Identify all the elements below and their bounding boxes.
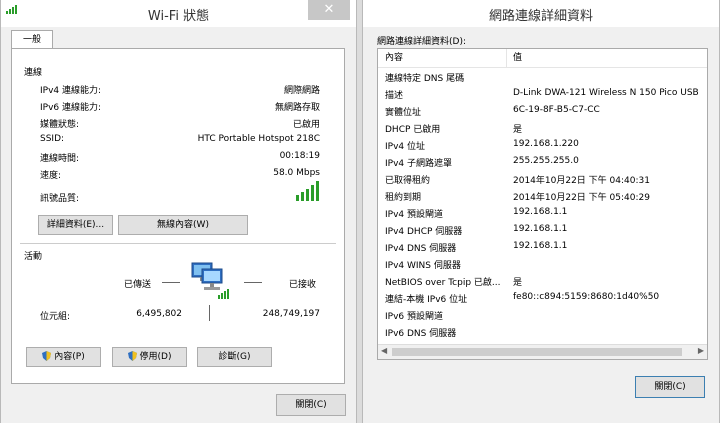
list-item[interactable]: 租約到期 2014年10月22日 下午 05:40:29	[378, 190, 707, 206]
scroll-right-icon[interactable]: ▶	[698, 346, 704, 355]
speed-label: 速度:	[40, 171, 62, 181]
list-item[interactable]: IPv4 位址 192.168.1.220	[378, 139, 707, 155]
list-item[interactable]: IPv6 預設閘道	[378, 309, 707, 325]
list-item[interactable]: 描述 D-Link DWA-121 Wireless N 150 Pico USB	[378, 88, 707, 104]
bytes-divider	[209, 305, 210, 321]
window-title: Wi-Fi 狀態	[147, 9, 210, 24]
bytes-received-value: 248,749,197	[262, 309, 320, 319]
ssid-label: SSID:	[40, 134, 65, 144]
bytes-label: 位元組:	[40, 312, 71, 322]
wireless-properties-button[interactable]: 無線內容(W)	[118, 215, 248, 235]
window-title: 網路連線詳細資料	[488, 9, 593, 24]
details-list-label: 網路連線詳細資料(D):	[377, 37, 466, 47]
list-item[interactable]: NetBIOS over Tcpip 已啟... 是	[378, 275, 707, 291]
received-line	[244, 282, 262, 283]
media-state-value: 已啟用	[292, 120, 320, 130]
close-x-icon[interactable]: ✕	[308, 0, 350, 20]
general-panel: 連線 IPv4 連線能力: 網際網路 IPv6 連線能力: 無網路存取 媒體狀態…	[11, 48, 345, 384]
ipv6-value: 無網路存取	[274, 103, 320, 113]
divider	[20, 243, 336, 244]
list-item[interactable]: 實體位址 6C-19-8F-B5-C7-CC	[378, 105, 707, 121]
sent-label: 已傳送	[124, 280, 152, 290]
disable-button[interactable]: 停用(D)	[112, 347, 187, 367]
ipv6-label: IPv6 連線能力:	[40, 103, 102, 113]
disable-label: 停用(D)	[139, 352, 172, 362]
close-button[interactable]: 關閉(C)	[276, 394, 346, 416]
column-header-property[interactable]: 內容	[378, 49, 507, 68]
scroll-thumb[interactable]	[392, 348, 682, 356]
ipv4-label: IPv4 連線能力:	[40, 86, 102, 96]
list-item[interactable]: IPv6 DNS 伺服器	[378, 326, 707, 342]
diagnose-button[interactable]: 診斷(G)	[197, 347, 272, 367]
list-item[interactable]: IPv4 DNS 伺服器 192.168.1.1	[378, 241, 707, 257]
horizontal-scrollbar[interactable]: ◀ ▶	[378, 344, 707, 359]
network-computers-icon	[191, 262, 229, 299]
scroll-left-icon[interactable]: ◀	[381, 346, 387, 355]
tab-general[interactable]: 一般	[11, 30, 53, 49]
ipv4-value: 網際網路	[283, 86, 320, 96]
list-item[interactable]: 連結-本機 IPv6 位址 fe80::c894:5159:8680:1d40%5…	[378, 292, 707, 308]
list-item[interactable]: DHCP 已啟用是	[378, 122, 707, 138]
ssid-value: HTC Portable Hotspot 218C	[197, 134, 320, 144]
speed-value: 58.0 Mbps	[273, 168, 320, 178]
media-state-label: 媒體狀態:	[40, 120, 80, 130]
activity-section-label: 活動	[24, 252, 43, 262]
list-item[interactable]: IPv4 子網路遮罩 255.255.255.0	[378, 156, 707, 172]
signal-quality-icon	[296, 181, 319, 201]
properties-label: 內容(P)	[54, 352, 85, 362]
list-item[interactable]: IPv4 預設閘道 192.168.1.1	[378, 207, 707, 223]
shield-icon	[42, 351, 52, 361]
bytes-sent-value: 6,495,802	[136, 309, 182, 319]
title-bar: Wi-Fi 狀態 ✕	[1, 0, 356, 27]
sent-line	[162, 282, 180, 283]
details-list[interactable]: 內容 值 連線特定 DNS 尾碼 描述 D-Link DWA-121 Wirele…	[377, 48, 708, 360]
close-button[interactable]: 關閉(C)	[635, 376, 705, 398]
details-button[interactable]: 詳細資料(E)...	[38, 215, 113, 235]
list-item[interactable]: IPv4 WINS 伺服器	[378, 258, 707, 274]
column-header-value[interactable]: 值	[507, 49, 707, 68]
network-details-window: 網路連線詳細資料 網路連線詳細資料(D): 內容 值 連線特定 DNS 尾碼 描…	[362, 0, 720, 423]
signal-quality-label: 訊號品質:	[40, 194, 80, 204]
shield-icon	[127, 351, 137, 361]
list-item[interactable]: 已取得租約 2014年10月22日 下午 04:40:31	[378, 173, 707, 189]
connection-section-label: 連線	[24, 68, 43, 78]
wifi-status-window: Wi-Fi 狀態 ✕ 一般 連線 IPv4 連線能力: 網際網路 IPv6 連線…	[0, 0, 357, 423]
properties-button[interactable]: 內容(P)	[26, 347, 101, 367]
list-item[interactable]: IPv4 DHCP 伺服器 192.168.1.1	[378, 224, 707, 240]
list-item[interactable]: 連線特定 DNS 尾碼	[378, 71, 707, 87]
duration-value: 00:18:19	[279, 151, 320, 161]
received-label: 已接收	[289, 280, 317, 290]
title-bar: 網路連線詳細資料	[363, 0, 719, 27]
duration-label: 連線時間:	[40, 154, 80, 164]
